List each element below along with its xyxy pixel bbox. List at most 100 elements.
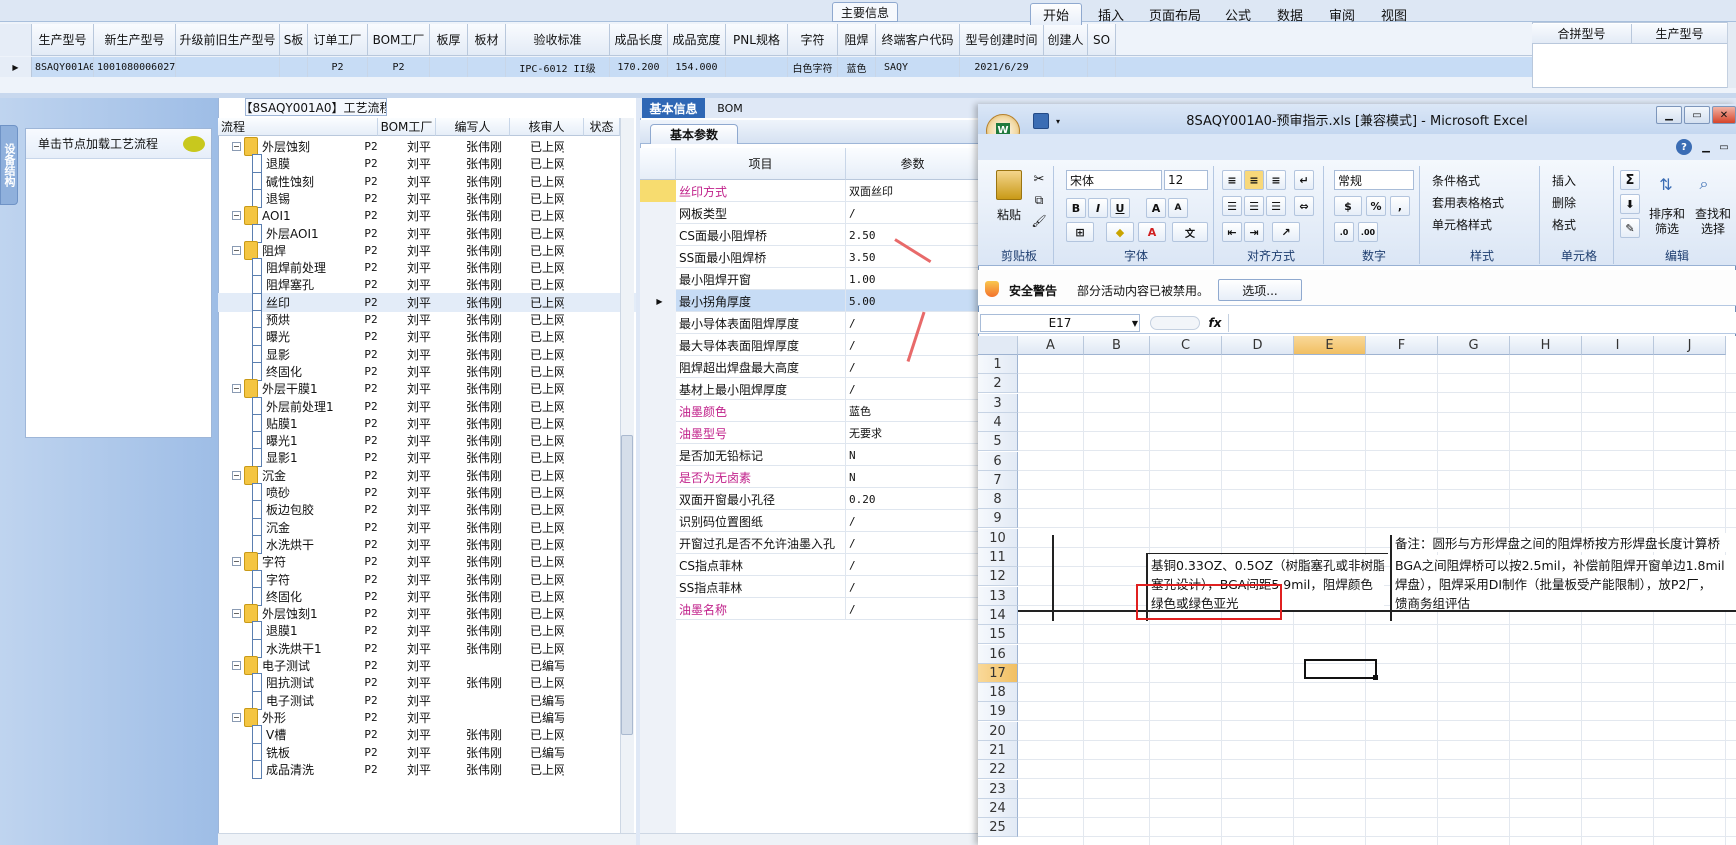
row-header-1[interactable]: 1 [978, 355, 1018, 374]
param-row[interactable]: ▶ 最小拐角厚度 5.00 [640, 290, 980, 312]
param-row-indicator[interactable] [640, 356, 676, 378]
param-value[interactable]: / [846, 576, 980, 598]
row-header-18[interactable]: 18 [978, 683, 1018, 702]
param-row[interactable]: 最大导体表面阻焊厚度 / [640, 334, 980, 356]
collapse-toggle-icon[interactable]: − [232, 609, 241, 618]
param-row[interactable]: 阻焊超出焊盘最大高度 / [640, 356, 980, 378]
row-header-25[interactable]: 25 [978, 818, 1018, 837]
ribbon-tab-formulas[interactable]: 公式 [1216, 3, 1260, 25]
cell-order-factory[interactable]: P2 [308, 57, 368, 77]
col-header-old-model[interactable]: 升级前旧生产型号 [176, 24, 280, 56]
row-header-22[interactable]: 22 [978, 760, 1018, 779]
col-header-width[interactable]: 成品宽度 [668, 24, 726, 56]
orientation-icon[interactable]: ↗ [1272, 222, 1300, 242]
ribbon-tab-view[interactable]: 视图 [1372, 3, 1416, 25]
param-value[interactable]: / [846, 532, 980, 554]
param-row-indicator[interactable] [640, 378, 676, 400]
align-left-icon[interactable]: ☰ [1222, 196, 1242, 216]
row-header-23[interactable]: 23 [978, 780, 1018, 799]
column-header-h[interactable]: H [1510, 336, 1582, 355]
col-header-created[interactable]: 型号创建时间 [960, 24, 1044, 56]
col-header-order-factory[interactable]: 订单工厂 [308, 24, 368, 56]
param-row[interactable]: CS指点菲林 / [640, 554, 980, 576]
row-header-21[interactable]: 21 [978, 741, 1018, 760]
collapse-toggle-icon[interactable]: − [232, 557, 241, 566]
minimize-icon[interactable]: ▁ [1656, 106, 1682, 124]
param-row[interactable]: 基材上最小阻焊厚度 / [640, 378, 980, 400]
cell-char[interactable]: 白色字符 [788, 57, 838, 77]
flow-row[interactable]: 阻焊塞孔 P2 刘平 张伟刚 已上网 [218, 275, 636, 294]
selected-cell-e17[interactable] [1304, 659, 1377, 679]
col-header-length[interactable]: 成品长度 [610, 24, 668, 56]
row-header-12[interactable]: 12 [978, 567, 1018, 586]
col-header-model[interactable]: 生产型号 [32, 24, 94, 56]
tab-basic-info[interactable]: 基本信息 [642, 98, 705, 118]
percent-icon[interactable]: % [1366, 196, 1386, 216]
flow-row[interactable]: 阻抗测试 P2 刘平 张伟刚 已上网 [218, 673, 636, 692]
save-icon[interactable] [1033, 113, 1049, 129]
row-header-3[interactable]: 3 [978, 394, 1018, 413]
clear-icon[interactable]: ✎ [1620, 218, 1640, 238]
cell-f10-text[interactable]: 备注：圆形与方形焊盘之间的阻焊桥按方形焊盘长度计算桥 [1392, 533, 1736, 552]
help-icon[interactable]: ? [1676, 139, 1692, 155]
param-row-indicator[interactable] [640, 510, 676, 532]
tab-bom[interactable]: BOM [710, 98, 750, 118]
fill-handle[interactable] [1373, 675, 1378, 680]
bold-icon[interactable]: B [1066, 198, 1086, 218]
col-header-so[interactable]: SO [1088, 24, 1116, 56]
row-header-5[interactable]: 5 [978, 432, 1018, 451]
phonetic-icon[interactable]: 文 [1172, 222, 1208, 242]
ribbon-tab-home[interactable]: 开始 [1030, 3, 1082, 25]
row-header-24[interactable]: 24 [978, 799, 1018, 818]
flow-col-status[interactable]: 状态 [584, 118, 620, 136]
param-row[interactable]: 油墨颜色 蓝色 [640, 400, 980, 422]
ribbon-minimize-icon[interactable]: ▁ [1698, 139, 1714, 155]
param-value[interactable]: 双面丝印 [846, 180, 980, 202]
autosum-icon[interactable]: Σ [1620, 170, 1640, 190]
options-button[interactable]: 选项... [1218, 279, 1302, 301]
param-row-indicator[interactable] [640, 312, 676, 334]
col-header-thickness[interactable]: 板厚 [430, 24, 468, 56]
row-header-6[interactable]: 6 [978, 452, 1018, 471]
cell-standard[interactable]: IPC-6012 II级 [506, 57, 610, 77]
flow-col-writer[interactable]: 编写人 [436, 118, 510, 136]
column-header-d[interactable]: D [1222, 336, 1294, 355]
merge-center-icon[interactable]: ⇔ [1294, 196, 1314, 216]
param-row[interactable]: 丝印方式 双面丝印 [640, 180, 980, 202]
formula-input[interactable] [1228, 314, 1736, 332]
cell-f11-text[interactable]: BGA之间阻焊桥可以按2.5mil，补偿前阻焊开窗单边1.8mil [1392, 555, 1736, 574]
vertical-tab-structure[interactable]: 设备结构 [0, 125, 18, 205]
param-row-indicator[interactable] [640, 598, 676, 620]
increase-decimal-icon[interactable]: .0 [1334, 222, 1354, 242]
param-value[interactable]: 2.50 [846, 224, 980, 246]
column-header-j[interactable]: J [1654, 336, 1726, 355]
param-col-value[interactable]: 参数 [846, 148, 980, 180]
param-row-indicator[interactable]: ▶ [640, 290, 676, 312]
col-header-customer[interactable]: 终端客户代码 [876, 24, 960, 56]
param-row-indicator[interactable] [640, 488, 676, 510]
row-header-4[interactable]: 4 [978, 413, 1018, 432]
flow-row[interactable]: 板边包胶 P2 刘平 张伟刚 已上网 [218, 500, 636, 519]
flow-col-bom[interactable]: BOM工厂 [378, 118, 436, 136]
param-row-indicator[interactable] [640, 246, 676, 268]
cell-f12-text[interactable]: 焊盘），阻焊采用DI制作（批量板受产能限制），放P2厂， [1392, 574, 1736, 593]
align-center-icon[interactable]: ☰ [1244, 196, 1264, 216]
param-row-indicator[interactable] [640, 554, 676, 576]
paste-icon[interactable] [996, 170, 1022, 200]
cell-old-model[interactable] [176, 57, 280, 77]
sort-filter-button[interactable]: 排序和筛选 [1644, 206, 1690, 238]
flow-col-reviewer[interactable]: 核审人 [510, 118, 584, 136]
flow-row[interactable]: − 外层干膜1 P2 刘平 张伟刚 已上网 [218, 379, 636, 398]
param-value[interactable]: N [846, 466, 980, 488]
param-row-indicator[interactable] [640, 532, 676, 554]
cell-new-model[interactable]: 10010800060278 [94, 57, 176, 77]
cell-creator[interactable] [1044, 57, 1088, 77]
param-value[interactable]: / [846, 378, 980, 400]
row-header-15[interactable]: 15 [978, 625, 1018, 644]
name-box-dropdown-icon[interactable]: ▼ [1130, 316, 1140, 330]
cell-model[interactable]: 8SAQY001A0 [32, 57, 94, 77]
insert-function-icon[interactable]: fx [1204, 314, 1226, 332]
col-header-s-board[interactable]: S板 [280, 24, 308, 56]
param-row[interactable]: SS指点菲林 / [640, 576, 980, 598]
load-process-box[interactable]: 单击节点加载工艺流程 [25, 128, 212, 438]
